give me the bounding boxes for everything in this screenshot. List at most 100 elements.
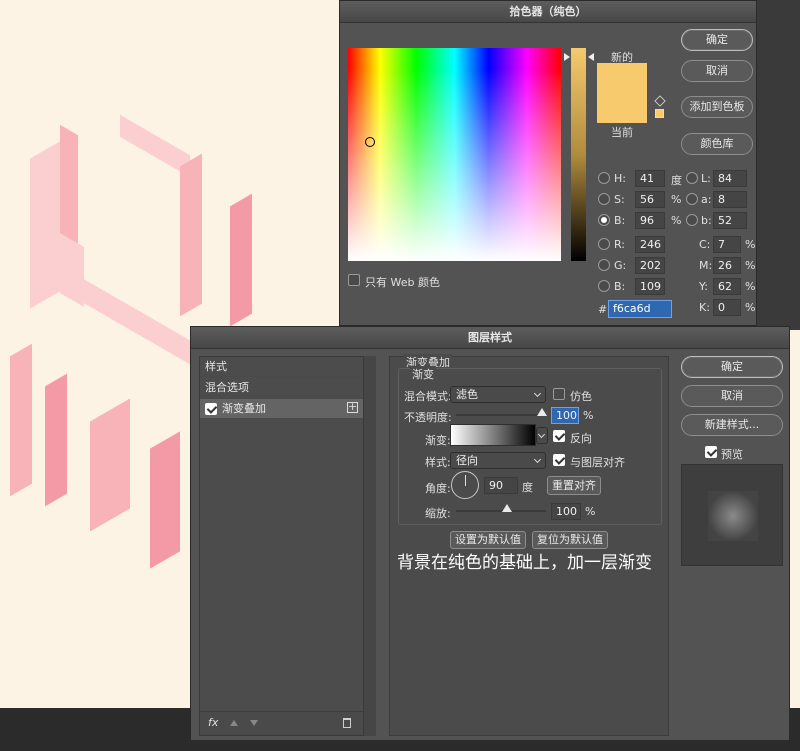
y-field[interactable]: 62	[713, 278, 741, 295]
r-radio[interactable]	[598, 238, 610, 250]
hue-slider-handle-right[interactable]	[588, 53, 594, 61]
align-layer-checkbox[interactable]	[553, 454, 565, 466]
opacity-slider[interactable]	[456, 408, 547, 416]
s-label: S:	[614, 193, 625, 206]
preview-label: 预览	[721, 448, 743, 461]
blue-field[interactable]: 109	[635, 278, 665, 295]
dither-checkbox[interactable]	[553, 388, 565, 400]
g-radio[interactable]	[598, 259, 610, 271]
preview-checkbox[interactable]	[705, 446, 717, 458]
h-radio[interactable]	[598, 172, 610, 184]
a-label: a:	[701, 193, 712, 206]
list-item-blending-options[interactable]: 混合选项	[200, 378, 363, 398]
l-label: L:	[701, 172, 711, 185]
l-field[interactable]: 84	[713, 170, 747, 187]
move-down-icon[interactable]	[250, 720, 258, 726]
opacity-unit: %	[583, 409, 594, 422]
picker-cancel-button[interactable]: 取消	[681, 60, 753, 82]
fx-icon[interactable]: fx	[208, 716, 218, 729]
scale-slider-thumb[interactable]	[502, 504, 512, 512]
b-radio[interactable]	[598, 214, 610, 226]
s-field[interactable]: 56	[635, 191, 665, 208]
angle-dial[interactable]	[451, 471, 479, 499]
cube-icon[interactable]	[654, 95, 666, 107]
y-label: Y:	[699, 280, 708, 293]
make-default-button[interactable]: 设置为默认值	[450, 531, 526, 549]
picker-ok-button[interactable]: 确定	[681, 29, 753, 51]
new-style-button[interactable]: 新建样式...	[681, 414, 783, 436]
web-only-label: 只有 Web 颜色	[365, 276, 440, 289]
lab-b-radio[interactable]	[686, 214, 698, 226]
s-unit: %	[671, 193, 682, 206]
b-field[interactable]: 96	[635, 212, 665, 229]
m-label: M:	[699, 259, 713, 272]
a-radio[interactable]	[686, 193, 698, 205]
a-field[interactable]: 8	[713, 191, 747, 208]
hex-field[interactable]: f6ca6d	[608, 300, 672, 318]
reset-alignment-button[interactable]: 重置对齐	[547, 476, 601, 495]
g-label: G:	[614, 259, 627, 272]
gradient-overlay-label: 渐变叠加	[222, 402, 266, 415]
list-item-gradient-overlay[interactable]: 渐变叠加	[200, 399, 363, 419]
opacity-slider-thumb[interactable]	[537, 408, 547, 416]
current-color-label: 当前	[611, 126, 633, 139]
k-label: K:	[699, 301, 710, 314]
layer-style-ok-button[interactable]: 确定	[681, 356, 783, 378]
color-field-cursor[interactable]	[365, 137, 375, 147]
gradient-label: 渐变:	[425, 434, 451, 447]
hue-slider-handle-left[interactable]	[564, 53, 570, 61]
h-label: H:	[614, 172, 626, 185]
style-select[interactable]: 径向	[450, 452, 546, 469]
lab-b-label: b:	[701, 214, 712, 227]
add-to-swatches-button[interactable]: 添加到色板	[681, 96, 753, 118]
blend-mode-label: 混合模式:	[404, 390, 452, 403]
c-field[interactable]: 7	[713, 236, 741, 253]
align-layer-label: 与图层对齐	[570, 456, 625, 469]
opacity-field[interactable]: 100	[551, 407, 579, 424]
h-field[interactable]: 41	[635, 170, 665, 187]
scale-unit: %	[585, 505, 596, 518]
opacity-label: 不透明度:	[404, 411, 452, 424]
s-radio[interactable]	[598, 193, 610, 205]
web-safe-swatch[interactable]	[655, 109, 664, 118]
preview-thumbnail	[681, 464, 783, 566]
layer-style-cancel-button[interactable]: 取消	[681, 385, 783, 407]
angle-dial-needle	[465, 475, 466, 486]
add-effect-icon[interactable]: +	[347, 401, 358, 413]
scale-label: 缩放:	[425, 507, 451, 520]
k-field[interactable]: 0	[713, 299, 741, 316]
reverse-checkbox[interactable]	[553, 430, 565, 442]
hue-slider[interactable]	[571, 48, 586, 261]
chevron-down-icon	[533, 455, 542, 464]
style-label: 样式:	[425, 456, 451, 469]
m-field[interactable]: 26	[713, 257, 741, 274]
list-item-styles[interactable]: 样式	[200, 357, 363, 377]
artwork-block	[150, 431, 180, 569]
workspace-edge	[757, 0, 800, 330]
r-field[interactable]: 246	[635, 236, 665, 253]
list-scrollbar[interactable]	[364, 356, 376, 736]
style-value: 径向	[456, 454, 478, 467]
gradient-overlay-checkbox[interactable]	[205, 403, 217, 415]
l-radio[interactable]	[686, 172, 698, 184]
lab-b-field[interactable]: 52	[713, 212, 747, 229]
web-only-checkbox[interactable]	[348, 274, 360, 286]
chevron-down-icon	[537, 430, 546, 439]
move-up-icon[interactable]	[230, 720, 238, 726]
scale-field[interactable]: 100	[551, 503, 581, 520]
artwork-block	[45, 373, 67, 507]
gradient-preview[interactable]	[450, 424, 536, 446]
hex-label: #	[598, 303, 608, 316]
blend-mode-select[interactable]: 滤色	[450, 386, 546, 403]
color-libraries-button[interactable]: 颜色库	[681, 133, 753, 155]
g-field[interactable]: 202	[635, 257, 665, 274]
angle-field[interactable]: 90	[484, 477, 518, 494]
blue-radio[interactable]	[598, 280, 610, 292]
b-label: B:	[614, 214, 626, 227]
scale-slider[interactable]	[456, 504, 546, 512]
artwork-block	[10, 343, 32, 497]
gradient-picker-arrow[interactable]	[536, 427, 548, 444]
angle-label: 角度:	[425, 482, 451, 495]
trash-icon[interactable]	[343, 718, 351, 728]
reset-default-button[interactable]: 复位为默认值	[532, 531, 608, 549]
